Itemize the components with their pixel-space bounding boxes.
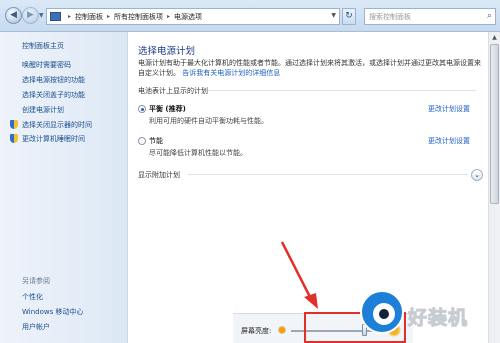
section-divider [208,90,476,91]
plan-balanced-name[interactable]: 平衡 (推荐) [149,104,186,114]
additional-plans-divider [188,174,468,175]
control-panel-home-link[interactable]: 控制面板主页 [22,41,64,51]
nav-item-sleep-time[interactable]: 更改计算机睡眠时间 [22,134,85,144]
show-additional-plans[interactable]: 显示附加计划 [138,170,180,180]
plan-balanced-settings-link[interactable]: 更改计划设置 [428,104,470,114]
breadcrumb-separator-icon[interactable]: ▸ [167,13,170,20]
plan-balanced-radio[interactable] [138,105,146,113]
section-header: 电池表计上显示的计划 [138,87,208,95]
watermark-logo [360,290,404,334]
back-button[interactable]: ◀ [5,7,22,24]
nav-item-wake-password[interactable]: 唤醒时需要密码 [22,60,71,70]
nav-item-lid-close[interactable]: 选择关闭盖子的功能 [22,90,85,100]
link-user-accounts[interactable]: 用户帐户 [22,322,50,332]
brightness-low-icon [279,327,285,333]
shield-icon [10,134,18,143]
page-title: 选择电源计划 [138,46,196,57]
breadcrumb-separator-icon[interactable]: ▸ [107,13,110,20]
shield-icon [10,120,18,129]
breadcrumb-control-panel[interactable]: 控制面板 [75,12,103,22]
search-placeholder: 搜索控制面板 [369,13,411,21]
scrollbar-thumb[interactable] [490,44,499,204]
nav-item-display-off[interactable]: 选择关闭显示器的时间 [22,120,92,130]
breadcrumb-separator-icon[interactable]: ▸ [68,13,71,20]
search-input[interactable]: 搜索控制面板 ⌕ [364,8,496,25]
address-toolbar: ◀ ▶ ▼ ▸ 控制面板 ▸ 所有控制面板项 ▸ 电源选项 ▼ ↻ 搜索控制面板… [0,0,500,32]
watermark-eye-icon [373,303,395,325]
page-description: 电源计划有助于最大化计算机的性能或者节能。通过选择计划来将其激活，或选择计划并通… [138,58,483,78]
plan-power-saver-settings-link[interactable]: 更改计划设置 [428,136,470,146]
see-also-heading: 另请参阅 [22,277,50,285]
plan-power-saver-desc: 尽可能降低计算机性能以节能。 [149,149,247,157]
plan-balanced-desc: 利用可用的硬件自动平衡功耗与性能。 [149,117,268,125]
address-bar[interactable]: ▸ 控制面板 ▸ 所有控制面板项 ▸ 电源选项 ▼ [46,8,340,25]
nav-item-create-plan[interactable]: 创建电源计划 [22,105,64,115]
chevron-down-icon[interactable]: ⌄ [471,169,483,181]
refresh-button[interactable]: ↻ [342,8,356,25]
control-panel-icon [50,12,61,21]
watermark-text: 好装机 [407,307,469,330]
left-nav-pane: 控制面板主页 唤醒时需要密码 选择电源按钮的功能 选择关闭盖子的功能 创建电源计… [0,32,128,343]
scroll-up-icon[interactable]: ▲ [489,32,500,43]
breadcrumb-all-items[interactable]: 所有控制面板项 [114,12,163,22]
recent-pages-dropdown-icon[interactable]: ▼ [39,12,44,19]
nav-item-power-button[interactable]: 选择电源按钮的功能 [22,75,85,85]
plan-power-saver-name[interactable]: 节能 [149,136,163,146]
vertical-scrollbar[interactable]: ▲ [488,32,500,343]
main-content: 选择电源计划 电源计划有助于最大化计算机的性能或者节能。通过选择计划来将其激活，… [128,32,488,343]
search-icon[interactable]: ⌕ [487,11,492,21]
plan-power-saver-radio[interactable] [138,137,146,145]
forward-button[interactable]: ▶ [22,7,39,24]
brightness-label: 屏幕亮度: [241,327,272,335]
breadcrumb-power-options[interactable]: 电源选项 [174,12,202,22]
power-plan-info-link[interactable]: 告诉我有关电源计划的详细信息 [182,69,280,77]
link-personalization[interactable]: 个性化 [22,292,43,302]
link-mobility-center[interactable]: Windows 移动中心 [22,307,83,317]
address-dropdown-icon[interactable]: ▼ [331,12,336,19]
